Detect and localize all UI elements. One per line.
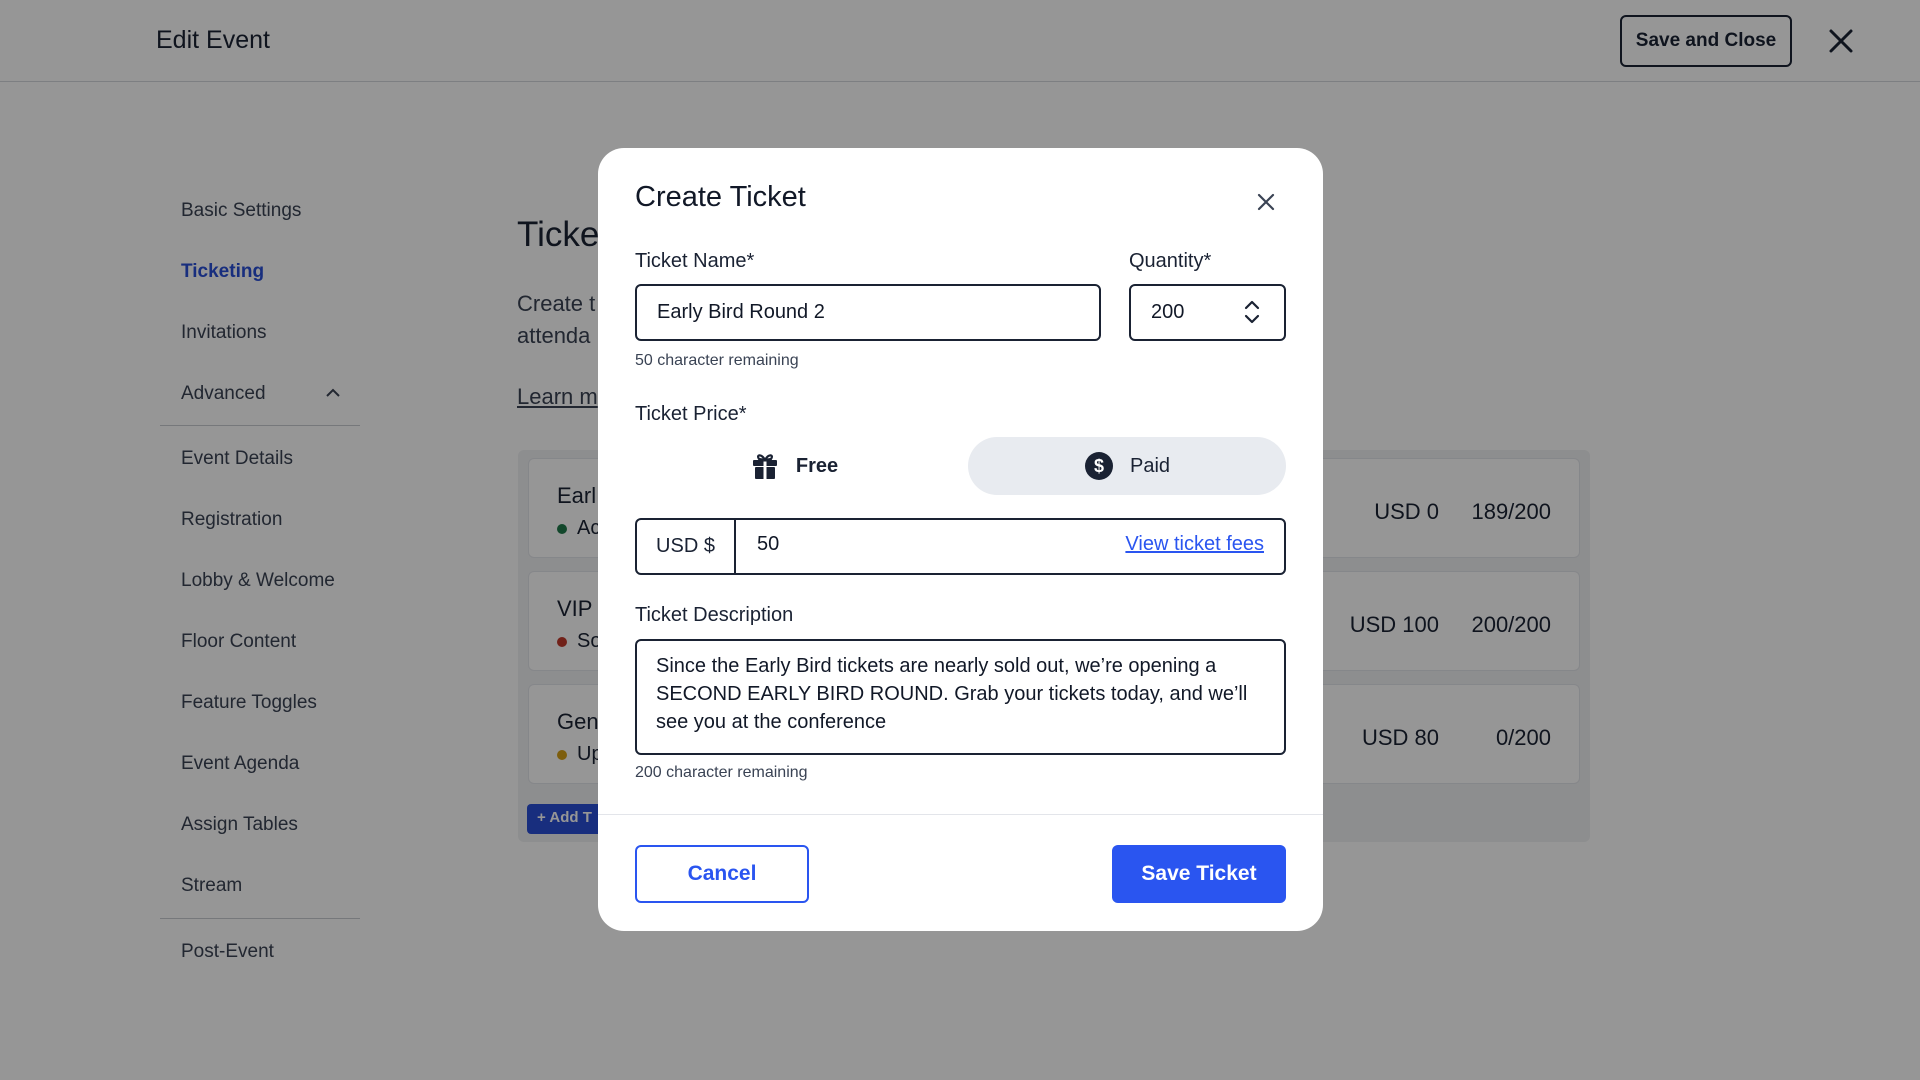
price-option-free[interactable]: Free bbox=[635, 437, 953, 495]
ticket-description-label: Ticket Description bbox=[635, 604, 794, 626]
ticket-name-label: Ticket Name* bbox=[635, 250, 755, 272]
save-ticket-button[interactable]: Save Ticket bbox=[1112, 845, 1286, 903]
modal-footer-divider bbox=[598, 814, 1323, 815]
price-option-paid[interactable]: $ Paid bbox=[968, 437, 1286, 495]
price-option-label: Free bbox=[795, 454, 839, 477]
cancel-button[interactable]: Cancel bbox=[635, 845, 809, 903]
ticket-name-hint: 50 character remaining bbox=[635, 352, 799, 369]
price-input-group: USD $ 50 View ticket fees bbox=[635, 518, 1286, 575]
ticket-price-label: Ticket Price* bbox=[635, 403, 747, 425]
view-ticket-fees-link[interactable]: View ticket fees bbox=[1125, 533, 1264, 556]
currency-select[interactable]: USD $ bbox=[637, 520, 736, 573]
price-type-toggle: Free $ Paid bbox=[635, 437, 1286, 495]
dollar-circle-icon: $ bbox=[1084, 452, 1113, 480]
price-input[interactable]: 50 bbox=[757, 533, 779, 556]
svg-text:$: $ bbox=[1094, 456, 1104, 476]
close-icon[interactable] bbox=[1252, 188, 1280, 216]
modal-title: Create Ticket bbox=[635, 181, 806, 213]
stepper-arrows-icon[interactable] bbox=[1242, 298, 1262, 326]
quantity-label: Quantity* bbox=[1129, 250, 1212, 272]
create-ticket-modal: Create Ticket Ticket Name* 50 character … bbox=[598, 148, 1323, 931]
ticket-description-input[interactable]: Since the Early Bird tickets are nearly … bbox=[635, 639, 1286, 755]
ticket-description-hint: 200 character remaining bbox=[635, 764, 808, 781]
price-option-label: Paid bbox=[1129, 454, 1171, 477]
gift-icon bbox=[752, 454, 777, 479]
quantity-stepper[interactable] bbox=[1129, 284, 1286, 341]
ticket-name-input[interactable] bbox=[635, 284, 1101, 341]
